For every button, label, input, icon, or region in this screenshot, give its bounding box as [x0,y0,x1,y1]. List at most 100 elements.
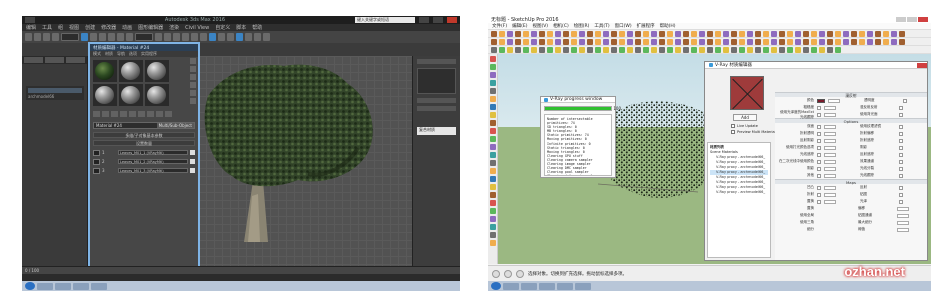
su-tool-icon[interactable] [723,47,729,53]
property-checkbox[interactable] [817,166,821,171]
su-tool-icon[interactable] [603,31,609,37]
su-tool-icon[interactable] [675,47,681,53]
undo-icon[interactable] [25,33,32,41]
su-tool-icon[interactable] [611,31,617,37]
su-tool-icon[interactable] [491,47,497,53]
su-tool-icon[interactable] [667,39,673,45]
property-field[interactable] [824,138,836,143]
su-menu-view[interactable]: 视图(V) [532,23,548,29]
su-tool-icon[interactable] [771,47,777,53]
su-tool-icon[interactable] [683,47,689,53]
mat-menu-utilities[interactable]: 实用程序 [141,51,157,57]
su-tool-icon[interactable] [803,47,809,53]
mirror-icon[interactable] [191,33,198,41]
su-tool-icon[interactable] [603,47,609,53]
max-maximize-button[interactable] [433,17,443,23]
su-tool-icon[interactable] [731,39,737,45]
su-tool-icon[interactable] [555,39,561,45]
su-tool-icon[interactable] [619,47,625,53]
taskbar-app[interactable] [73,282,89,290]
property-field[interactable] [824,166,836,171]
property-field[interactable] [824,159,836,164]
select-object-icon[interactable] [81,33,88,41]
select-by-name-icon[interactable] [90,33,97,41]
su-tool-icon[interactable] [619,39,625,45]
explorer-tab-3[interactable] [66,57,85,63]
max-menu-animation[interactable]: 动画 [122,24,132,31]
put-to-scene-icon[interactable] [102,111,109,117]
su-tool-icon[interactable] [755,39,761,45]
color-swatch[interactable] [817,98,825,103]
su-tool-icon[interactable] [571,39,577,45]
su-tool-icon[interactable] [563,39,569,45]
su-side-tool-icon[interactable] [490,88,496,94]
property-checkbox[interactable] [899,152,903,157]
su-tool-icon[interactable] [875,39,881,45]
su-tool-icon[interactable] [843,31,849,37]
property-field[interactable] [824,199,836,204]
max-menu-views[interactable]: 视图 [69,24,79,31]
render-frame-icon[interactable] [254,33,261,41]
su-side-tool-icon[interactable] [490,144,496,150]
taskbar-app[interactable] [503,282,519,290]
su-maximize-button[interactable] [907,17,917,22]
su-tool-icon[interactable] [547,39,553,45]
sample-slot-active[interactable] [93,60,117,82]
property-checkbox[interactable] [817,124,821,129]
property-checkbox[interactable] [899,192,903,197]
su-tool-icon[interactable] [547,47,553,53]
su-tool-icon[interactable] [899,39,905,45]
su-tool-icon[interactable] [859,39,865,45]
property-field[interactable] [824,105,836,110]
su-side-tool-icon[interactable] [490,200,496,206]
su-side-tool-icon[interactable] [490,224,496,230]
su-tool-icon[interactable] [675,39,681,45]
max-menu-edit[interactable]: 编辑 [26,24,36,31]
su-tool-icon[interactable] [587,47,593,53]
su-tool-icon[interactable] [795,47,801,53]
su-tool-icon[interactable] [675,31,681,37]
su-tool-icon[interactable] [819,47,825,53]
su-tool-icon[interactable] [555,47,561,53]
su-tool-icon[interactable] [515,39,521,45]
max-menu-rendering[interactable]: 渲染 [169,24,179,31]
property-checkbox[interactable] [817,185,821,190]
property-field[interactable] [824,192,836,197]
su-menu-tools[interactable]: 工具(T) [594,23,609,29]
sub-material-checkbox[interactable] [190,159,195,164]
sample-slot[interactable] [145,84,169,106]
su-tool-icon[interactable] [515,31,521,37]
su-tool-icon[interactable] [515,47,521,53]
su-tool-icon[interactable] [819,39,825,45]
background-icon[interactable] [190,74,196,80]
options-icon[interactable] [190,98,196,104]
su-tool-icon[interactable] [811,31,817,37]
max-app-icon[interactable] [25,17,35,23]
su-tool-icon[interactable] [827,39,833,45]
assign-material-icon[interactable] [111,111,118,117]
su-menu-file[interactable]: 文件(F) [492,23,507,29]
sub-material-button[interactable]: Leaves_M01_3 (VRayMtl) [118,168,188,173]
property-field[interactable] [824,131,836,136]
su-tool-icon[interactable] [715,31,721,37]
link-icon[interactable] [43,33,50,41]
su-tool-icon[interactable] [691,31,697,37]
su-tool-icon[interactable] [747,39,753,45]
su-tool-icon[interactable] [779,31,785,37]
su-tool-icon[interactable] [763,31,769,37]
max-menu-scripting[interactable]: 脚本 [236,24,246,31]
property-checkbox[interactable] [817,159,821,164]
property-field[interactable] [897,220,909,225]
su-tool-icon[interactable] [851,39,857,45]
su-tool-icon[interactable] [523,47,529,53]
su-tool-icon[interactable] [611,47,617,53]
su-tool-icon[interactable] [707,47,713,53]
explorer-tab-2[interactable] [45,57,64,63]
max-menu-customize[interactable]: 自定义 [215,24,230,31]
property-checkbox[interactable] [899,159,903,164]
su-tool-icon[interactable] [851,31,857,37]
property-checkbox[interactable] [899,112,903,117]
max-menu-civil-view[interactable]: Civil View [185,25,209,31]
property-field[interactable] [897,227,909,232]
su-tool-icon[interactable] [699,39,705,45]
